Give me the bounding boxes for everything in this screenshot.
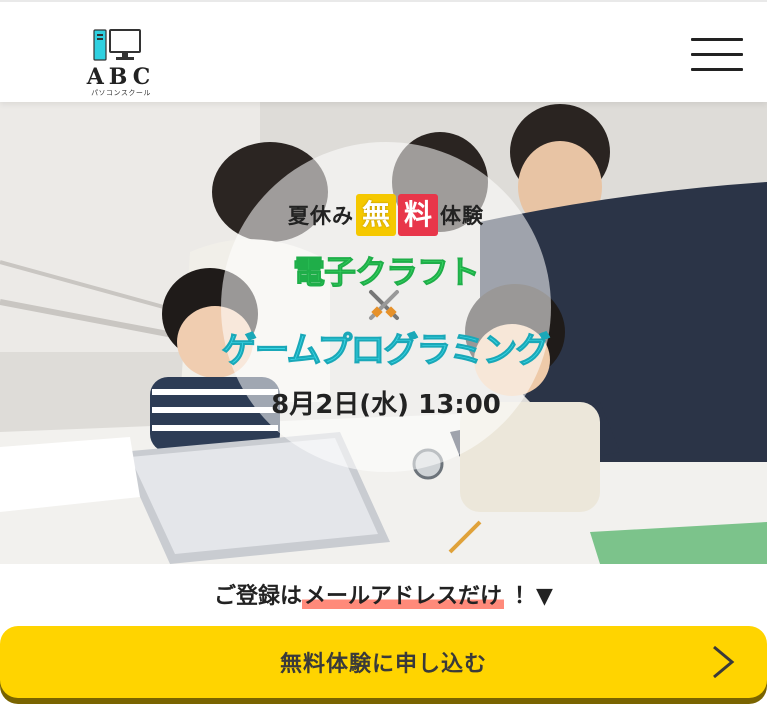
apply-free-trial-button[interactable]: 無料体験に申し込む	[0, 626, 767, 698]
course-title-programming: ゲームプログラミング	[221, 331, 551, 372]
computer-icon	[93, 29, 141, 61]
site-header: ABC パソコンスクール	[0, 0, 767, 102]
crossed-swords-icon	[369, 290, 399, 320]
registration-note-suffix: ！▼	[514, 584, 553, 609]
course-title-electronics: 電子クラフト	[292, 253, 480, 292]
event-datetime: 8月2日(水) 13:00	[271, 390, 501, 420]
apply-free-trial-label: 無料体験に申し込む	[279, 652, 487, 677]
registration-note-highlight: メールアドレスだけ	[302, 584, 505, 609]
logo-subtitle: パソコンスクール	[91, 89, 151, 97]
free-badge-2: 料	[398, 194, 438, 236]
chevron-right-icon	[713, 645, 735, 679]
free-badge-1: 無	[356, 194, 396, 236]
hamburger-menu-icon[interactable]	[691, 38, 743, 72]
hero-banner: 夏休み 無 料 体験 電子クラフト ゲームプログラミング 8月2日(水) 13:…	[0, 102, 767, 564]
event-label-prefix: 夏休み	[288, 204, 354, 228]
registration-note-prefix: ご登録は	[214, 584, 303, 609]
logo-text: ABC	[86, 64, 156, 90]
event-label-row: 夏休み 無 料 体験	[266, 192, 506, 238]
event-label-suffix: 体験	[440, 204, 484, 228]
site-logo[interactable]: ABC パソコンスクール	[86, 28, 156, 100]
registration-note: ご登録はメールアドレスだけ ！▼	[0, 578, 767, 614]
